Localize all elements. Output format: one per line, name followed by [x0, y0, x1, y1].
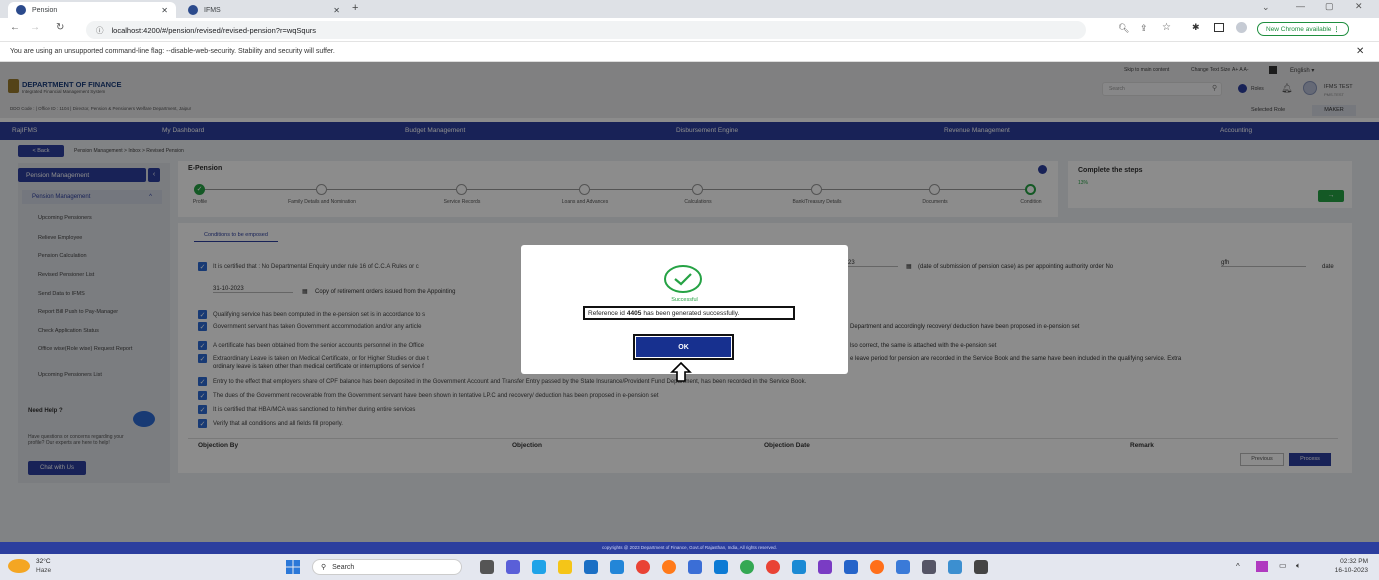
restore-icon[interactable]: ▢: [1325, 1, 1334, 12]
chrome-alt-icon[interactable]: [766, 560, 780, 574]
new-tab-icon[interactable]: +: [352, 2, 358, 14]
weather-icon: [8, 559, 30, 573]
warning-infobar: You are using an unsupported command-lin…: [0, 42, 1379, 62]
chat-app-icon[interactable]: [506, 560, 520, 574]
volume-icon[interactable]: 🔈︎: [1296, 561, 1301, 571]
success-check-icon: [663, 264, 703, 294]
search-icon: ⚲: [321, 564, 327, 571]
browser-app-icon[interactable]: [740, 560, 754, 574]
weather-text: Haze: [36, 567, 52, 574]
share-icon[interactable]: ⇪: [1140, 23, 1148, 34]
forward-arrow-icon[interactable]: →: [30, 22, 40, 33]
ok-button[interactable]: OK: [633, 334, 734, 360]
firefox-icon[interactable]: [662, 560, 676, 574]
weather-temp: 32°C: [36, 558, 51, 565]
clock-date[interactable]: 16-10-2023: [1320, 567, 1368, 574]
bookmark-star-icon[interactable]: ☆: [1162, 22, 1171, 33]
address-bar[interactable]: ⓘ localhost:4200/#/pension/revised/revis…: [86, 21, 1086, 39]
clock-time[interactable]: 02:32 PM: [1320, 558, 1368, 565]
ifms-favicon-icon: [188, 5, 198, 15]
reload-icon[interactable]: ↻: [56, 22, 64, 33]
pension-favicon-icon: [16, 5, 26, 15]
teams-icon[interactable]: [896, 560, 910, 574]
notepad-icon[interactable]: [688, 560, 702, 574]
app-icon[interactable]: [948, 560, 962, 574]
settings-icon[interactable]: [922, 560, 936, 574]
window-close-icon[interactable]: ✕: [1355, 1, 1363, 12]
footer: copyrights @ 2023 Department of Finance,…: [0, 542, 1379, 554]
side-panel-icon[interactable]: [1214, 23, 1224, 32]
new-chrome-available-button[interactable]: New Chrome available ⋮: [1257, 22, 1349, 36]
vscode-icon[interactable]: [714, 560, 728, 574]
reference-id: 4405: [626, 309, 642, 317]
task-view-icon[interactable]: [480, 560, 494, 574]
extensions-icon[interactable]: ✱: [1192, 22, 1200, 33]
browser-tab-pension[interactable]: Pension ✕: [8, 2, 176, 18]
edge-icon[interactable]: [532, 560, 546, 574]
infobar-close-icon[interactable]: ✕: [1356, 46, 1364, 57]
zoom-icon[interactable]: 🔍︎: [1118, 23, 1129, 34]
profile-icon[interactable]: [1236, 22, 1247, 33]
success-status: Successful: [671, 297, 698, 303]
windows-start-icon[interactable]: [286, 560, 300, 574]
app-icon[interactable]: [870, 560, 884, 574]
taskbar-search-input[interactable]: ⚲ Search: [312, 559, 462, 575]
store-icon[interactable]: [584, 560, 598, 574]
minimize-icon[interactable]: —: [1296, 1, 1305, 11]
tool-icon[interactable]: [792, 560, 806, 574]
tab-search-icon[interactable]: ⌄: [1262, 2, 1270, 13]
reference-message: Reference id 4405 has been generated suc…: [583, 306, 795, 320]
back-arrow-icon[interactable]: ←: [10, 22, 20, 33]
up-arrow-icon: [670, 361, 692, 383]
tray-app-icon[interactable]: [1256, 561, 1268, 572]
browser-tab-ifms[interactable]: IFMS ✕: [180, 2, 348, 18]
info-icon: ⓘ: [96, 25, 104, 35]
app-icon[interactable]: [844, 560, 858, 574]
chrome-icon[interactable]: [636, 560, 650, 574]
postman-icon[interactable]: [818, 560, 832, 574]
app-icon[interactable]: [974, 560, 988, 574]
tray-chevron-icon[interactable]: ^: [1236, 562, 1240, 571]
mail-icon[interactable]: [610, 560, 624, 574]
network-icon[interactable]: ▭: [1279, 561, 1287, 570]
file-explorer-icon[interactable]: [558, 560, 572, 574]
close-icon[interactable]: ✕: [161, 6, 168, 15]
close-icon[interactable]: ✕: [333, 6, 340, 15]
